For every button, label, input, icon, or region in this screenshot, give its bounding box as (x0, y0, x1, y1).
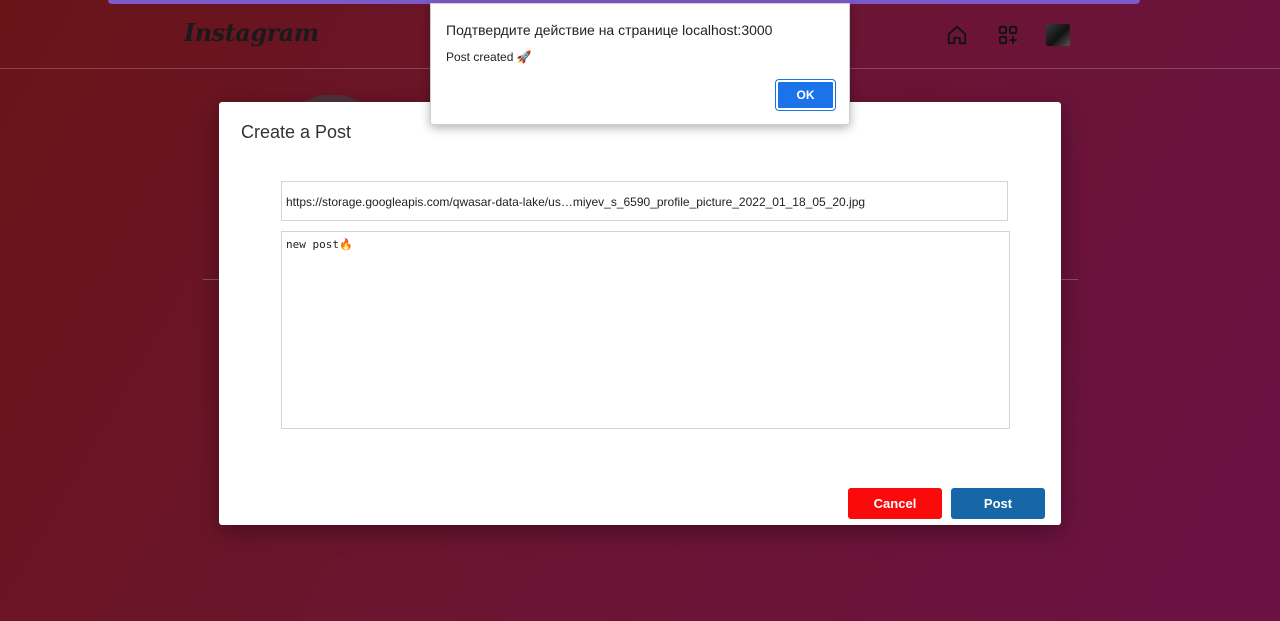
browser-alert-dialog: Подтвердите действие на странице localho… (430, 3, 850, 125)
instagram-logo[interactable]: Instagram (184, 18, 319, 47)
add-post-icon[interactable] (997, 24, 1019, 46)
create-post-modal: Create a Post https://storage.googleapis… (219, 102, 1061, 525)
post-button[interactable]: Post (951, 488, 1045, 519)
home-icon[interactable] (946, 24, 968, 46)
modal-title: Create a Post (241, 122, 352, 142)
image-url-input[interactable]: https://storage.googleapis.com/qwasar-da… (281, 181, 1008, 221)
alert-title: Подтвердите действие на странице localho… (446, 22, 773, 38)
caption-textarea[interactable]: new post🔥 (281, 231, 1010, 429)
alert-message: Post created 🚀 (446, 50, 532, 64)
profile-avatar[interactable] (1046, 24, 1070, 46)
ok-button[interactable]: OK (775, 79, 836, 111)
cancel-button[interactable]: Cancel (848, 488, 942, 519)
